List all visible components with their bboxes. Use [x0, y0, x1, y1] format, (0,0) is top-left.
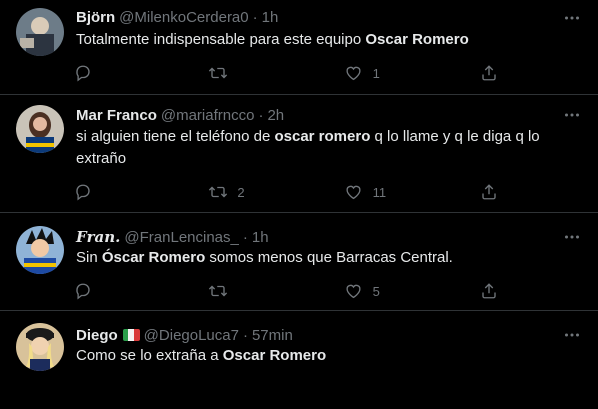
display-name[interactable]: Mar Franco: [76, 107, 157, 124]
display-name[interactable]: Diego: [76, 327, 118, 344]
handle[interactable]: @MilenkoCerdera0: [119, 9, 248, 26]
reply-button[interactable]: [66, 59, 156, 87]
highlighted-term: Oscar Romero: [222, 347, 327, 364]
tweet[interactable]: Björn @MilenkoCerdera0 · 1h Totalmente i…: [0, 0, 598, 95]
more-icon[interactable]: [562, 8, 582, 28]
timestamp[interactable]: 57min: [252, 327, 293, 344]
heart-icon: [337, 274, 371, 308]
tweet-text-part: somos menos que Barracas Central.: [205, 249, 453, 266]
like-button[interactable]: 11: [337, 178, 427, 206]
display-name[interactable]: Björn: [76, 9, 115, 26]
tweet-text-part: Como se lo extraña a: [76, 347, 223, 364]
tweet-text: Sin Óscar Romero somos menos que Barraca…: [76, 247, 576, 269]
tweet-actions: 5: [66, 277, 506, 305]
like-count: 1: [372, 65, 380, 81]
tweet-text: si alguien tiene el teléfono de oscar ro…: [76, 126, 546, 170]
like-count: 11: [372, 184, 387, 200]
italy-flag-icon: [122, 329, 140, 341]
tweet-text: Como se lo extraña a Oscar Romero: [76, 345, 576, 367]
tweet-header: Diego @DiegoLuca7 · 57min: [76, 325, 293, 345]
avatar[interactable]: [16, 8, 64, 56]
share-icon: [472, 274, 506, 308]
avatar[interactable]: [16, 226, 64, 274]
like-button[interactable]: 5: [337, 277, 427, 305]
tweet-actions: 1: [66, 59, 506, 87]
highlighted-term: Óscar Romero: [101, 249, 206, 266]
timestamp[interactable]: 1h: [252, 229, 269, 246]
separator: ·: [242, 326, 248, 344]
tweet[interactable]: Mar Franco @mariafrncco · 2h si alguien …: [0, 95, 598, 213]
tweet[interactable]: 𝑭𝒓𝒂𝒏. @FranLencinas_ · 1h Sin Óscar Rome…: [0, 213, 598, 311]
reply-icon: [66, 274, 100, 308]
retweet-icon: [201, 274, 235, 308]
separator: ·: [242, 228, 248, 246]
tweet-header: Mar Franco @mariafrncco · 2h: [76, 105, 284, 125]
tweet-header: 𝑭𝒓𝒂𝒏. @FranLencinas_ · 1h: [76, 227, 269, 247]
more-icon[interactable]: [562, 227, 582, 247]
handle[interactable]: @DiegoLuca7: [144, 327, 239, 344]
tweet-text: Totalmente indispensable para este equip…: [76, 29, 576, 51]
reply-button[interactable]: [66, 178, 156, 206]
share-button[interactable]: [472, 178, 506, 206]
more-icon[interactable]: [562, 325, 582, 345]
more-icon[interactable]: [562, 105, 582, 125]
avatar[interactable]: [16, 323, 64, 371]
tweet-text-part: si alguien tiene el teléfono de: [76, 128, 275, 145]
retweet-button[interactable]: 2: [201, 178, 291, 206]
display-name[interactable]: 𝑭𝒓𝒂𝒏.: [76, 228, 120, 246]
retweet-button[interactable]: [201, 277, 291, 305]
retweet-icon: [201, 56, 235, 90]
share-button[interactable]: [472, 277, 506, 305]
like-button[interactable]: 1: [337, 59, 427, 87]
reply-button[interactable]: [66, 277, 156, 305]
handle[interactable]: @mariafrncco: [161, 107, 255, 124]
share-icon: [472, 175, 506, 209]
separator: ·: [252, 8, 258, 26]
timestamp[interactable]: 2h: [267, 107, 284, 124]
timestamp[interactable]: 1h: [262, 9, 279, 26]
heart-icon: [337, 56, 371, 90]
reply-icon: [66, 175, 100, 209]
retweet-count: 2: [237, 184, 245, 200]
tweet-header: Björn @MilenkoCerdera0 · 1h: [76, 7, 278, 27]
tweet-feed: Björn @MilenkoCerdera0 · 1h Totalmente i…: [0, 0, 598, 409]
share-button[interactable]: [472, 59, 506, 87]
avatar[interactable]: [16, 105, 64, 153]
tweet-actions: 2 11: [66, 178, 506, 206]
heart-icon: [337, 175, 371, 209]
handle[interactable]: @FranLencinas_: [124, 229, 238, 246]
highlighted-term: oscar romero: [274, 128, 371, 145]
separator: ·: [258, 106, 264, 124]
tweet[interactable]: Diego @DiegoLuca7 · 57min Como se lo ext…: [0, 311, 598, 409]
tweet-text-part: Totalmente indispensable para este equip…: [76, 31, 366, 48]
retweet-button[interactable]: [201, 59, 291, 87]
retweet-icon: [201, 175, 235, 209]
like-count: 5: [372, 283, 380, 299]
reply-icon: [66, 56, 100, 90]
highlighted-term: Oscar Romero: [365, 31, 469, 48]
share-icon: [472, 56, 506, 90]
tweet-text-part: Sin: [76, 249, 102, 266]
